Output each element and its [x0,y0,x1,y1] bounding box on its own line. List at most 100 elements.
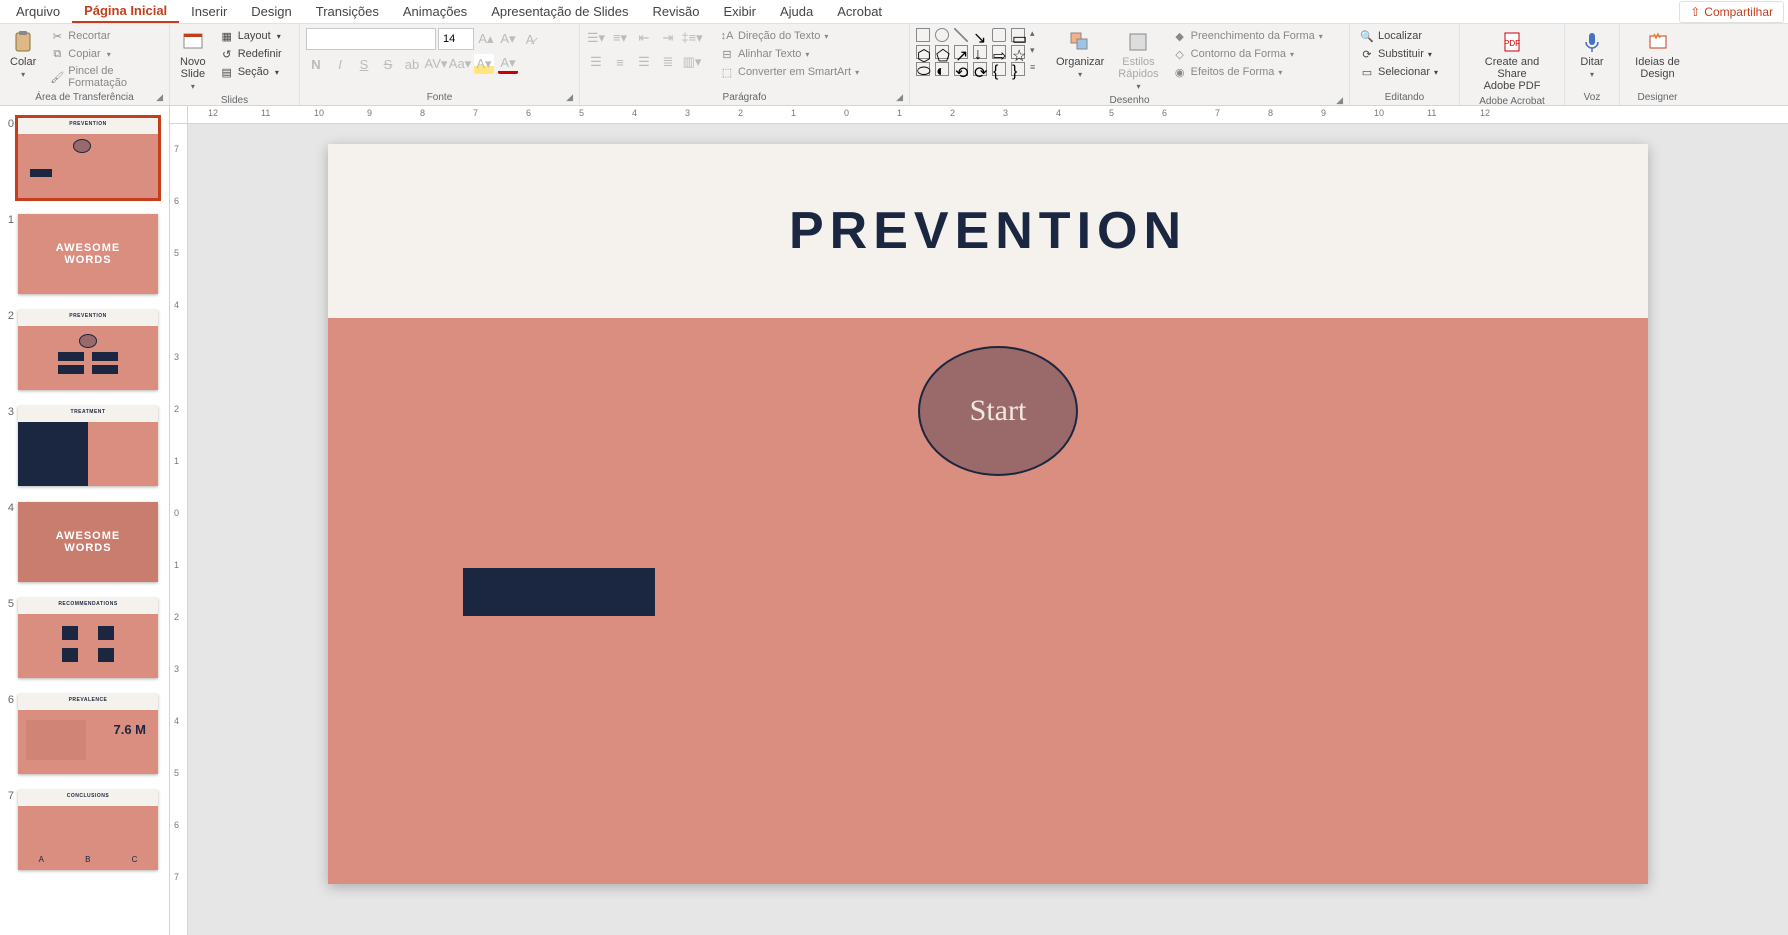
paste-button[interactable]: Colar ▾ [6,28,40,81]
slide-thumb-5[interactable]: RECOMMENDATIONS [18,598,158,678]
quick-styles-button[interactable]: Estilos Rápidos ▾ [1114,28,1162,93]
slide-thumb-4[interactable]: AWESOMEWORDS [18,502,158,582]
group-slides: Novo Slide ▾ ▦Layout▾ ↺Redefinir ▤Seção▾… [170,24,300,105]
new-slide-button[interactable]: Novo Slide ▾ [176,28,210,93]
shadow-button[interactable]: ab [402,54,422,74]
workspace: 0 PREVENTION 1 AWESOMEWORDS 2 PREVENTION… [0,106,1788,935]
create-pdf-label: Create and Share Adobe PDF [1470,56,1554,92]
thumb-wrap-2[interactable]: 2 PREVENTION [0,306,169,402]
case-button[interactable]: Aa▾ [450,54,470,74]
thumb-title: TREATMENT [18,406,158,422]
align-left-button[interactable]: ☰ [586,52,606,72]
menu-file[interactable]: Arquivo [4,1,72,22]
indent-button[interactable]: ⇥ [658,28,678,48]
slide-thumb-1[interactable]: AWESOMEWORDS [18,214,158,294]
dark-rectangle-shape[interactable] [463,568,655,616]
spacing-button[interactable]: AV▾ [426,54,446,74]
thumb-wrap-0[interactable]: 0 PREVENTION [0,114,169,210]
decrease-font-icon[interactable]: A▾ [498,29,518,49]
slide-canvas[interactable]: PREVENTION Start [328,144,1648,884]
align-text-button[interactable]: ⊟Alinhar Texto▾ [716,46,863,62]
replace-button[interactable]: ⟳Substituir▾ [1356,46,1442,62]
create-pdf-button[interactable]: PDF Create and Share Adobe PDF [1466,28,1558,94]
clear-format-icon[interactable]: A̷ [520,29,540,49]
slide-panel[interactable]: 0 PREVENTION 1 AWESOMEWORDS 2 PREVENTION… [0,106,170,935]
line-spacing-button[interactable]: ‡≡▾ [682,28,702,48]
shape-effects-button[interactable]: ◉Efeitos de Forma▾ [1169,64,1327,80]
menu-review[interactable]: Revisão [641,1,712,22]
thumb-wrap-4[interactable]: 4 AWESOMEWORDS [0,498,169,594]
thumb-wrap-7[interactable]: 7 CONCLUSIONS ABC [0,786,169,882]
menu-slideshow[interactable]: Apresentação de Slides [479,1,640,22]
slide-thumb-0[interactable]: PREVENTION [18,118,158,198]
copy-button[interactable]: ⧉Copiar▾ [46,46,163,62]
thumb-wrap-6[interactable]: 6 PREVALENCE 7.6 M [0,690,169,786]
dialog-launcher-icon[interactable]: ◢ [1336,95,1343,106]
design-ideas-button[interactable]: Ideias de Design [1631,28,1684,82]
start-oval-shape[interactable]: Start [918,346,1078,476]
bold-button[interactable]: N [306,54,326,74]
font-size-input[interactable] [438,28,474,50]
menu-view[interactable]: Exibir [711,1,768,22]
share-button[interactable]: ⇧ Compartilhar [1679,1,1784,23]
group-label-voice: Voz [1571,90,1613,103]
slide-title[interactable]: PREVENTION [789,201,1187,261]
format-painter-button[interactable]: 🖌Pincel de Formatação [46,64,163,90]
thumb-wrap-1[interactable]: 1 AWESOMEWORDS [0,210,169,306]
clipboard-icon [11,30,35,54]
dialog-launcher-icon[interactable]: ◢ [566,92,573,103]
strikethrough-button[interactable]: S [378,54,398,74]
canvas-viewport[interactable]: PREVENTION Start [188,124,1788,935]
cut-button[interactable]: ✂Recortar [46,28,163,44]
increase-font-icon[interactable]: A▴ [476,29,496,49]
dialog-launcher-icon[interactable]: ◢ [156,92,163,103]
shape-outline-button[interactable]: ◇Contorno da Forma▾ [1169,46,1327,62]
layout-button[interactable]: ▦Layout▾ [216,28,286,44]
section-label: Seção [238,66,269,78]
smartart-button[interactable]: ⬚Converter em SmartArt▾ [716,64,863,80]
numbering-button[interactable]: ≡▾ [610,28,630,48]
menu-home[interactable]: Página Inicial [72,0,179,23]
menu-insert[interactable]: Inserir [179,1,239,22]
replace-icon: ⟳ [1360,47,1374,61]
menu-design[interactable]: Design [239,1,303,22]
shapes-gallery[interactable]: ↘▭▴ ⬡⬠↗↓⇨☆▾ ⬭◐⟲⟳{}≡ [916,28,1046,76]
dictate-button[interactable]: Ditar ▾ [1576,28,1608,81]
select-button[interactable]: ▭Selecionar▾ [1356,64,1442,80]
slide-thumb-7[interactable]: CONCLUSIONS ABC [18,790,158,870]
reset-icon: ↺ [220,47,234,61]
justify-button[interactable]: ≣ [658,52,678,72]
arrange-button[interactable]: Organizar ▾ [1052,28,1108,81]
bullets-button[interactable]: ☰▾ [586,28,606,48]
shape-fill-button[interactable]: ◆Preenchimento da Forma▾ [1169,28,1327,44]
reset-button[interactable]: ↺Redefinir [216,46,286,62]
map-preview [26,720,86,760]
underline-button[interactable]: S [354,54,374,74]
boxes-preview [18,626,158,640]
outline-icon: ◇ [1173,47,1187,61]
slide-thumb-3[interactable]: TREATMENT [18,406,158,486]
columns-button[interactable]: ▥▾ [682,52,702,72]
find-button[interactable]: 🔍Localizar [1356,28,1442,44]
highlight-button[interactable]: A▾ [474,54,494,74]
arrange-label: Organizar [1056,56,1104,68]
format-painter-label: Pincel de Formatação [68,65,159,89]
align-center-button[interactable]: ≡ [610,52,630,72]
slide-thumb-6[interactable]: PREVALENCE 7.6 M [18,694,158,774]
text-direction-button[interactable]: ↕ADireção do Texto▾ [716,28,863,44]
font-color-button[interactable]: A▾ [498,54,518,74]
thumb-wrap-5[interactable]: 5 RECOMMENDATIONS [0,594,169,690]
align-right-button[interactable]: ☰ [634,52,654,72]
menu-animations[interactable]: Animações [391,1,479,22]
menu-help[interactable]: Ajuda [768,1,825,22]
thumb-wrap-3[interactable]: 3 TREATMENT [0,402,169,498]
menu-transitions[interactable]: Transições [304,1,391,22]
slide-thumb-2[interactable]: PREVENTION [18,310,158,390]
font-name-input[interactable] [306,28,436,50]
section-button[interactable]: ▤Seção▾ [216,64,286,80]
dialog-launcher-icon[interactable]: ◢ [896,92,903,103]
menu-acrobat[interactable]: Acrobat [825,1,894,22]
italic-button[interactable]: I [330,54,350,74]
outdent-button[interactable]: ⇤ [634,28,654,48]
ribbon: Colar ▾ ✂Recortar ⧉Copiar▾ 🖌Pincel de Fo… [0,24,1788,106]
